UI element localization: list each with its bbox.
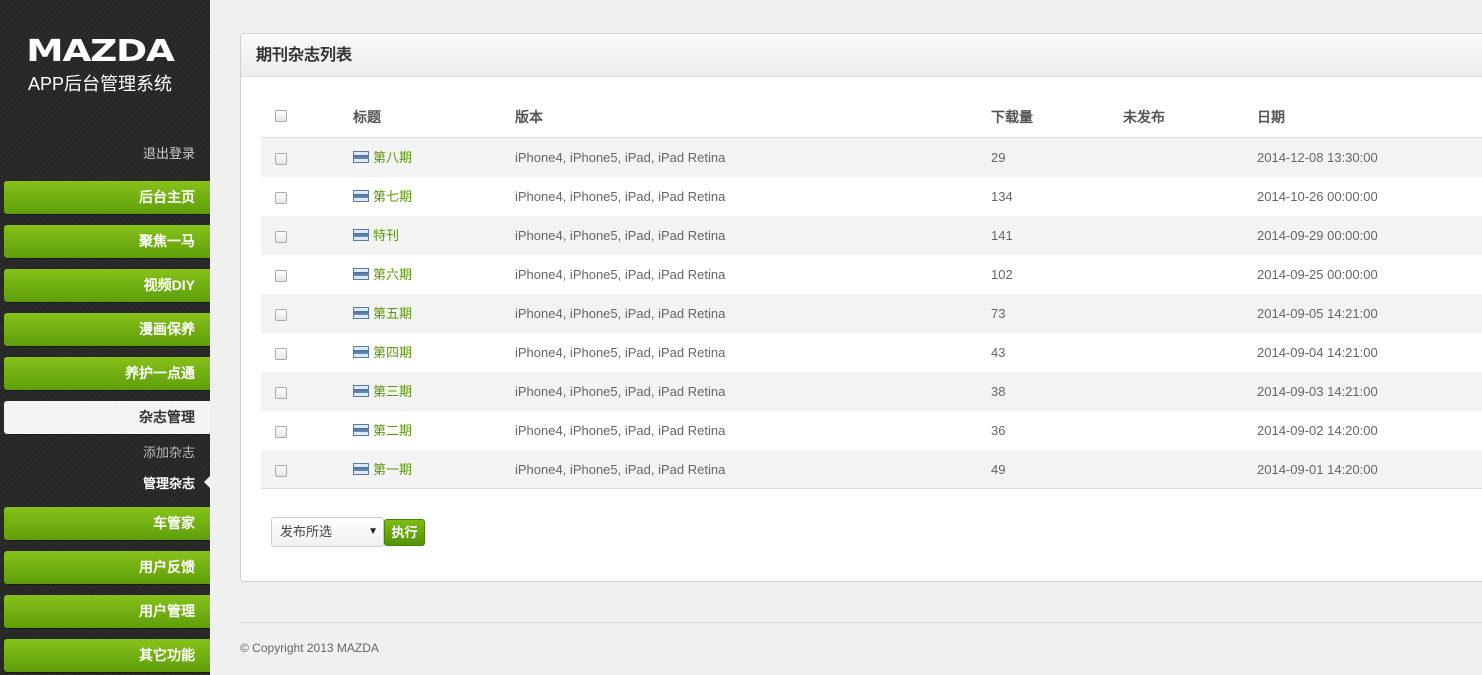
magazine-title-link[interactable]: 特刊 <box>373 228 399 243</box>
image-icon <box>353 229 369 241</box>
table-row: 特刊 iPhone4, iPhone5, iPad, iPad Retina 1… <box>261 216 1482 255</box>
downloads-cell: 43 <box>991 345 1006 360</box>
downloads-cell: 102 <box>991 267 1013 282</box>
footer-divider <box>240 622 1482 623</box>
version-cell: iPhone4, iPhone5, iPad, iPad Retina <box>515 228 726 243</box>
row-checkbox[interactable] <box>275 230 287 243</box>
nav-item-home[interactable]: 后台主页 <box>4 181 210 214</box>
row-checkbox[interactable] <box>275 386 287 399</box>
downloads-cell: 38 <box>991 384 1006 399</box>
magazine-list-panel: 期刊杂志列表 标题 版本 下载量 未发布 日期 第八期 iPhone4, iPh… <box>240 33 1482 582</box>
date-cell: 2014-09-25 00:00:00 <box>1257 267 1378 282</box>
nav-item-user-management[interactable]: 用户管理 <box>4 595 210 628</box>
copyright-text: © Copyright 2013 MAZDA <box>240 641 379 655</box>
table-header-row: 标题 版本 下载量 未发布 日期 <box>261 94 1482 138</box>
date-cell: 2014-09-02 14:20:00 <box>1257 423 1378 438</box>
column-header-title[interactable]: 标题 <box>353 94 381 140</box>
row-checkbox[interactable] <box>275 191 287 204</box>
logout-link[interactable]: 退出登录 <box>143 143 195 162</box>
date-cell: 2014-09-03 14:21:00 <box>1257 384 1378 399</box>
date-cell: 2014-09-04 14:21:00 <box>1257 345 1378 360</box>
downloads-cell: 36 <box>991 423 1006 438</box>
row-checkbox[interactable] <box>275 464 287 477</box>
current-item-arrow-icon <box>204 476 210 488</box>
bulk-action-selected: 发布所选 <box>280 524 333 539</box>
magazine-title-link[interactable]: 第四期 <box>373 345 412 360</box>
version-cell: iPhone4, iPhone5, iPad, iPad Retina <box>515 345 726 360</box>
magazine-table: 标题 版本 下载量 未发布 日期 第八期 iPhone4, iPhone5, i… <box>261 94 1482 489</box>
panel-title: 期刊杂志列表 <box>241 34 1482 77</box>
table-row: 第八期 iPhone4, iPhone5, iPad, iPad Retina … <box>261 138 1482 177</box>
execute-button[interactable]: 执行 <box>384 519 425 546</box>
downloads-cell: 49 <box>991 462 1006 477</box>
row-checkbox[interactable] <box>275 425 287 438</box>
subnav-add-magazine[interactable]: 添加杂志 <box>143 442 195 461</box>
downloads-cell: 134 <box>991 189 1013 204</box>
downloads-cell: 73 <box>991 306 1006 321</box>
downloads-cell: 141 <box>991 228 1013 243</box>
row-checkbox[interactable] <box>275 269 287 282</box>
image-icon <box>353 385 369 397</box>
image-icon <box>353 190 369 202</box>
magazine-title-link[interactable]: 第五期 <box>373 306 412 321</box>
version-cell: iPhone4, iPhone5, iPad, iPad Retina <box>515 384 726 399</box>
version-cell: iPhone4, iPhone5, iPad, iPad Retina <box>515 150 726 165</box>
table-row: 第五期 iPhone4, iPhone5, iPad, iPad Retina … <box>261 294 1482 333</box>
table-row: 第一期 iPhone4, iPhone5, iPad, iPad Retina … <box>261 450 1482 489</box>
image-icon <box>353 346 369 358</box>
image-icon <box>353 151 369 163</box>
nav-item-care-tips[interactable]: 养护一点通 <box>4 357 210 390</box>
column-header-downloads[interactable]: 下载量 <box>991 94 1033 140</box>
table-row: 第六期 iPhone4, iPhone5, iPad, iPad Retina … <box>261 255 1482 294</box>
magazine-title-link[interactable]: 第二期 <box>373 423 412 438</box>
magazine-title-link[interactable]: 第三期 <box>373 384 412 399</box>
nav-item-car-butler[interactable]: 车管家 <box>4 507 210 540</box>
table-row: 第三期 iPhone4, iPhone5, iPad, iPad Retina … <box>261 372 1482 411</box>
date-cell: 2014-09-29 00:00:00 <box>1257 228 1378 243</box>
date-cell: 2014-12-08 13:30:00 <box>1257 150 1378 165</box>
nav-item-comic-maintenance[interactable]: 漫画保养 <box>4 313 210 346</box>
row-checkbox[interactable] <box>275 152 287 165</box>
row-checkbox[interactable] <box>275 308 287 321</box>
dropdown-arrow-icon: ▼ <box>368 526 378 537</box>
nav-item-focus[interactable]: 聚焦一马 <box>4 225 210 258</box>
column-header-date[interactable]: 日期 <box>1257 94 1285 140</box>
date-cell: 2014-09-01 14:20:00 <box>1257 462 1378 477</box>
select-all-checkbox[interactable] <box>275 110 287 123</box>
image-icon <box>353 307 369 319</box>
downloads-cell: 29 <box>991 150 1006 165</box>
system-title: APP后台管理系统 <box>27 74 173 94</box>
sidebar: MAZDA APP后台管理系统 退出登录 后台主页 聚焦一马 视频DIY 漫画保… <box>0 0 210 675</box>
nav-item-magazine-management[interactable]: 杂志管理 <box>4 401 210 434</box>
magazine-title-link[interactable]: 第七期 <box>373 189 412 204</box>
version-cell: iPhone4, iPhone5, iPad, iPad Retina <box>515 306 726 321</box>
magazine-title-link[interactable]: 第一期 <box>373 462 412 477</box>
version-cell: iPhone4, iPhone5, iPad, iPad Retina <box>515 189 726 204</box>
version-cell: iPhone4, iPhone5, iPad, iPad Retina <box>515 267 726 282</box>
image-icon <box>353 268 369 280</box>
nav-item-other-functions[interactable]: 其它功能 <box>4 639 210 672</box>
mazda-logo: MAZDA <box>26 34 175 69</box>
row-checkbox[interactable] <box>275 347 287 360</box>
table-row: 第七期 iPhone4, iPhone5, iPad, iPad Retina … <box>261 177 1482 216</box>
nav-item-video-diy[interactable]: 视频DIY <box>4 269 210 302</box>
magazine-title-link[interactable]: 第六期 <box>373 267 412 282</box>
magazine-title-link[interactable]: 第八期 <box>373 150 412 165</box>
date-cell: 2014-09-05 14:21:00 <box>1257 306 1378 321</box>
bulk-action-select[interactable]: 发布所选 ▼ <box>271 517 384 547</box>
subnav-manage-magazine[interactable]: 管理杂志 <box>143 473 195 492</box>
version-cell: iPhone4, iPhone5, iPad, iPad Retina <box>515 462 726 477</box>
image-icon <box>353 463 369 475</box>
version-cell: iPhone4, iPhone5, iPad, iPad Retina <box>515 423 726 438</box>
table-row: 第四期 iPhone4, iPhone5, iPad, iPad Retina … <box>261 333 1482 372</box>
column-header-version[interactable]: 版本 <box>515 94 543 140</box>
image-icon <box>353 424 369 436</box>
table-row: 第二期 iPhone4, iPhone5, iPad, iPad Retina … <box>261 411 1482 450</box>
date-cell: 2014-10-26 00:00:00 <box>1257 189 1378 204</box>
nav-item-user-feedback[interactable]: 用户反馈 <box>4 551 210 584</box>
column-header-unpublished[interactable]: 未发布 <box>1123 94 1165 140</box>
